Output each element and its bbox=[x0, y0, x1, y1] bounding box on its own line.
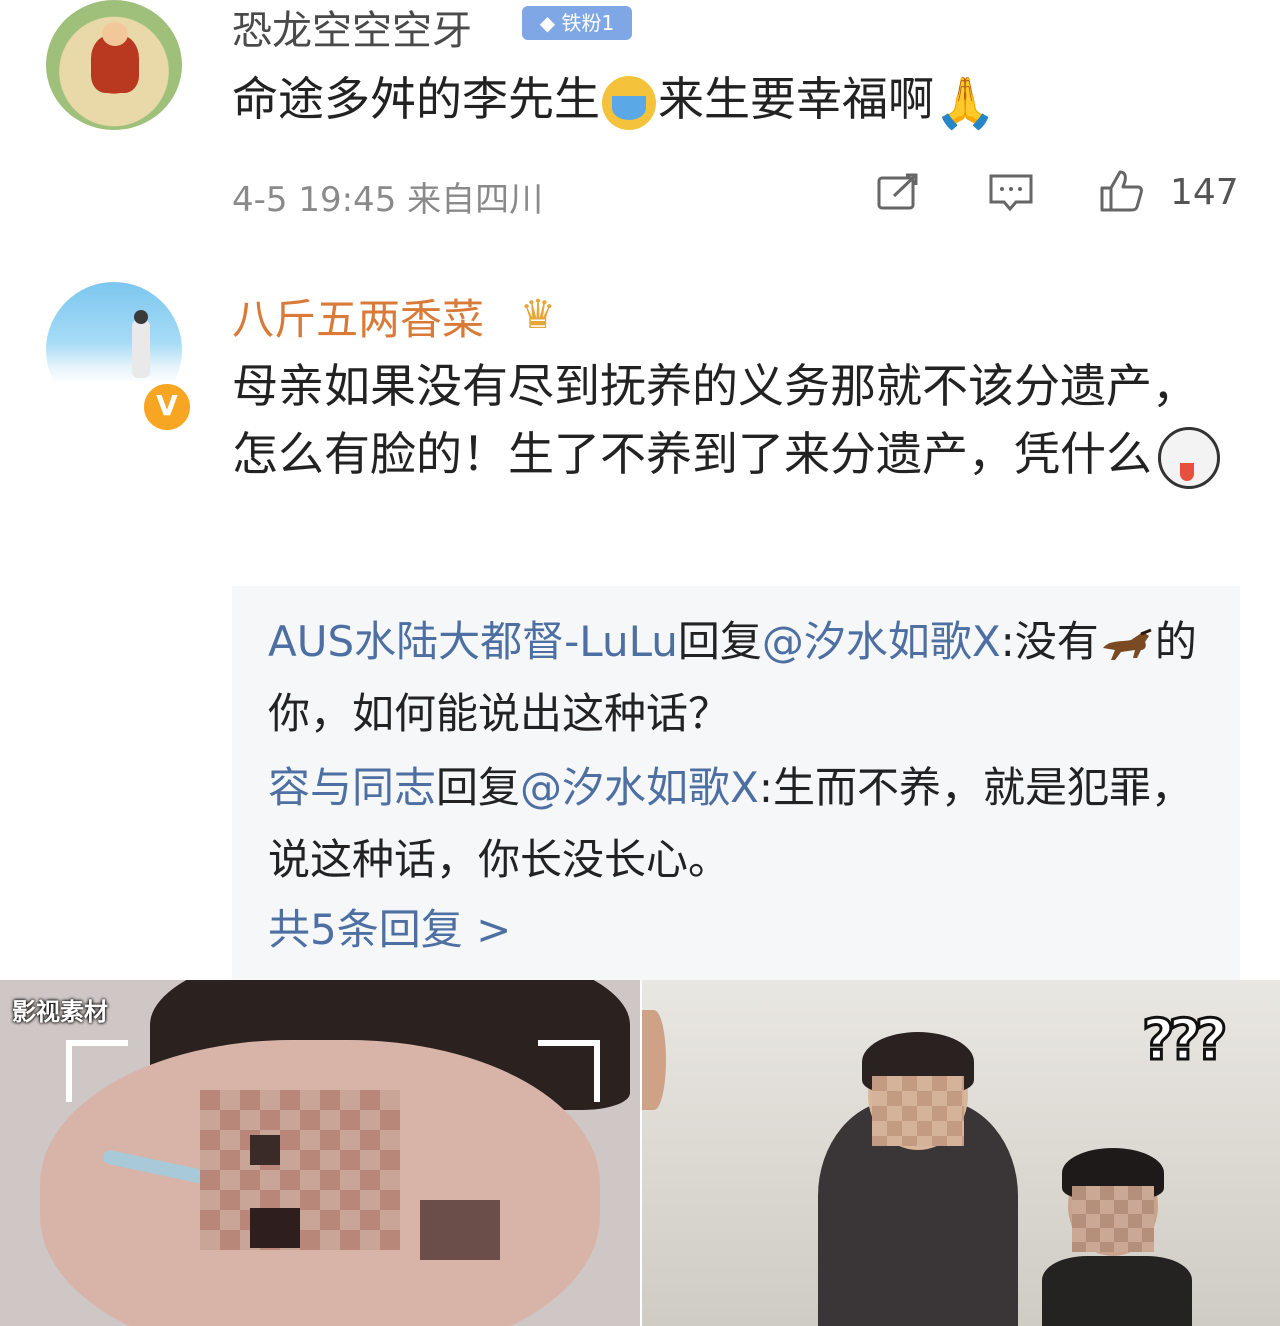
frame-corner bbox=[538, 1040, 600, 1102]
avatar-face bbox=[102, 22, 128, 46]
frame-corner bbox=[66, 1040, 128, 1102]
reply-thread[interactable]: AUS水陆大都督-LuLu回复@汐水如歌X:没有 的你，如何能说出这种话？ 容与… bbox=[232, 586, 1240, 982]
reply-item: 容与同志回复@汐水如歌X:生而不养，就是犯罪，说这种话，你长没长心。 bbox=[268, 752, 1208, 896]
comment-username[interactable]: 八斤五两香菜 bbox=[232, 286, 484, 347]
like-icon[interactable] bbox=[1098, 168, 1144, 214]
horse-emoji-icon bbox=[1102, 628, 1152, 660]
question-marks-overlay: ??? bbox=[1140, 1007, 1229, 1075]
man-figure bbox=[1042, 1256, 1192, 1326]
reply-text-part: :没有 bbox=[1000, 617, 1099, 666]
mosaic-blur bbox=[872, 1076, 964, 1146]
comment-text: 命途多舛的李先生 来生要幸福啊🙏 bbox=[232, 64, 996, 138]
comment-username[interactable]: 恐龙空空空牙 bbox=[232, 0, 472, 56]
verified-badge-icon: V bbox=[140, 380, 194, 434]
folded-hands-emoji-icon: 🙏 bbox=[934, 73, 997, 132]
fan-badge: ◆ 铁粉1 bbox=[522, 6, 632, 40]
video-still-patient: 影视素材 bbox=[0, 980, 640, 1326]
source-watermark: 影视素材 bbox=[12, 998, 108, 1026]
partial-person bbox=[642, 1010, 666, 1110]
user-avatar[interactable] bbox=[46, 0, 182, 130]
reply-author[interactable]: AUS水陆大都督-LuLu bbox=[268, 617, 678, 666]
mosaic-blur bbox=[420, 1200, 500, 1260]
mosaic-blur bbox=[200, 1090, 400, 1250]
reply-item: AUS水陆大都督-LuLu回复@汐水如歌X:没有 的你，如何能说出这种话？ bbox=[268, 606, 1208, 750]
reply-action: 回复 bbox=[436, 763, 521, 812]
mosaic-blur bbox=[1072, 1186, 1154, 1252]
reply-author[interactable]: 容与同志 bbox=[268, 763, 436, 812]
husky-dog-emoji-icon bbox=[1158, 426, 1220, 489]
comment-text-part: 母亲如果没有尽到抚养的义务那就不该分遗产，怎么有脸的！生了不养到了来分遗产，凭什… bbox=[232, 359, 1198, 481]
mosaic-blur bbox=[250, 1208, 300, 1248]
comment-text-part: 来生要幸福啊 bbox=[658, 72, 934, 126]
reply-mention[interactable]: @汐水如歌X bbox=[762, 617, 1001, 666]
mosaic-blur bbox=[250, 1135, 280, 1165]
fan-badge-label: 铁粉1 bbox=[561, 11, 615, 35]
video-still-family: ??? bbox=[642, 980, 1280, 1326]
avatar-person bbox=[132, 320, 150, 378]
share-icon[interactable] bbox=[876, 172, 922, 212]
crying-face-emoji-icon bbox=[602, 75, 656, 130]
reply-mention[interactable]: @汐水如歌X bbox=[520, 763, 759, 812]
reply-action: 回复 bbox=[677, 617, 762, 666]
avatar-head bbox=[134, 310, 148, 324]
comment-text: 母亲如果没有尽到抚养的义务那就不该分遗产，怎么有脸的！生了不养到了来分遗产，凭什… bbox=[232, 352, 1242, 489]
crown-icon: ♛ bbox=[520, 292, 556, 338]
comment-text-part: 命途多舛的李先生 bbox=[232, 72, 600, 126]
more-replies-link[interactable]: 共5条回复 > bbox=[268, 896, 511, 957]
comment-meta: 4-5 19:45 来自四川 bbox=[232, 180, 544, 220]
comment-icon[interactable] bbox=[988, 172, 1034, 212]
like-count: 147 bbox=[1170, 172, 1239, 213]
